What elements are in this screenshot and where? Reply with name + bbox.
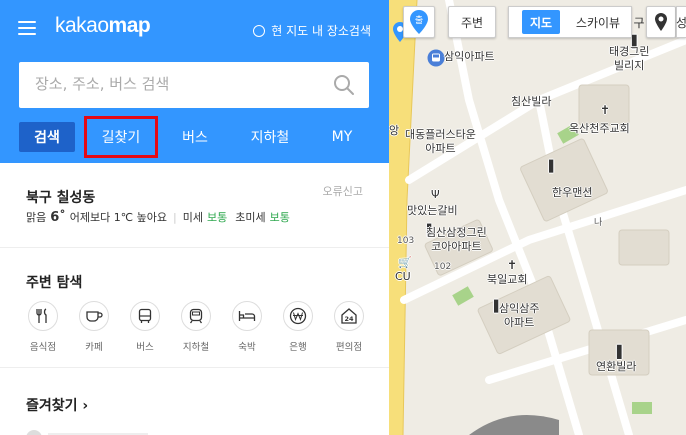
map-label-left-edge: 앙: [389, 124, 400, 137]
search-icon[interactable]: [333, 74, 355, 96]
weather-section: 북구 칠성동 오류신고 맑음 6˚ 어제보다 1℃ 높아요 | 미세 보통 초미…: [0, 163, 389, 248]
nearby-label: 음식점: [29, 342, 57, 353]
favorites-title-text: 즐겨찾기: [26, 398, 78, 414]
nearby-button[interactable]: 주변: [448, 6, 496, 38]
fine-dust-label: 미세: [182, 211, 203, 224]
weather-temperature: 6˚: [50, 210, 66, 225]
map-label-bugil-church[interactable]: 북일교회: [487, 273, 527, 287]
won-icon: [283, 301, 313, 331]
roadview-icon: [655, 13, 667, 31]
nearby-label: 숙박: [238, 342, 256, 353]
nearby-title: 주변 탐색: [26, 275, 83, 291]
map-type-group: 지도 스카이뷰: [508, 6, 632, 38]
map-label-tasty-galbi[interactable]: 맛있는갈비: [407, 204, 458, 218]
location-button[interactable]: 출: [403, 6, 435, 38]
weather-region: 북구 칠성동: [26, 190, 96, 206]
weather-condition: 맑음: [26, 211, 47, 224]
nearby-item-subway[interactable]: 지하철: [179, 301, 213, 353]
church-icon: ✝: [600, 103, 611, 117]
store-marker-icon: 🛒: [398, 256, 412, 269]
map-extra-label[interactable]: 구: [632, 6, 646, 38]
bed-icon: [232, 301, 262, 331]
svg-text:24: 24: [344, 315, 354, 323]
nearby-section: 주변 탐색 음식점 카페 버스 지하철 숙박 은행 24 편의점: [0, 256, 389, 368]
restaurant-marker-icon: Ψ: [431, 188, 440, 201]
tab-subway[interactable]: 지하철: [240, 122, 300, 152]
nearby-label: 지하철: [182, 342, 210, 353]
map-label-samik-apt[interactable]: 삼익아파트: [444, 50, 495, 64]
logo-text-regular: kakao: [55, 14, 109, 37]
map-right-edge-button[interactable]: 성: [676, 6, 686, 38]
fine-dust-value: 보통: [206, 211, 228, 224]
nearby-item-bus[interactable]: 버스: [128, 301, 162, 353]
main-tabs: 검색 길찾기 버스 지하철 MY: [0, 116, 389, 158]
weather-summary: 맑음 6˚ 어제보다 1℃ 높아요 | 미세 보통 초미세 보통: [26, 209, 290, 225]
nearby-item-bank[interactable]: 은행: [281, 301, 315, 353]
area-search-label: 현 지도 내 장소검색: [271, 24, 371, 38]
map-label-chimsan-villa[interactable]: 침산빌라: [511, 95, 551, 109]
tab-search[interactable]: 검색: [19, 122, 75, 152]
nearby-list: 음식점 카페 버스 지하철 숙박 은행 24 편의점: [26, 301, 366, 353]
nearby-label: 버스: [136, 342, 154, 353]
header: kakaomap 현 지도 내 장소검색 검색 길찾기 버스 지하철 MY: [0, 0, 389, 163]
tab-my[interactable]: MY: [322, 122, 362, 152]
tab-directions[interactable]: 길찾기: [84, 116, 158, 158]
map-label-samik-samju[interactable]: 삼익삼주 아파트: [499, 302, 539, 330]
search-panel: kakaomap 현 지도 내 장소검색 검색 길찾기 버스 지하철 MY 북구…: [0, 0, 389, 435]
nearby-label: 편의점: [335, 342, 363, 353]
cafe-icon: [79, 301, 109, 331]
chevron-right-icon: ›: [82, 398, 89, 414]
favorites-item-partial[interactable]: [26, 430, 148, 435]
map-type-skyview[interactable]: 스카이뷰: [566, 10, 630, 34]
roadview-button[interactable]: [646, 6, 676, 38]
restaurant-icon: [28, 301, 58, 331]
logo-text-bold: map: [108, 14, 151, 37]
divider: |: [172, 211, 177, 224]
stadium: [469, 415, 559, 435]
subway-icon: [181, 301, 211, 331]
search-box: [19, 62, 369, 108]
menu-icon[interactable]: [18, 20, 36, 36]
tab-bus[interactable]: 버스: [172, 122, 218, 152]
map-label-na: 나: [594, 218, 603, 228]
favorites-section: 즐겨찾기 ›: [0, 375, 389, 435]
bus-icon: [130, 301, 160, 331]
convenience-store-icon: 24: [334, 301, 364, 331]
nearby-label: 카페: [85, 342, 103, 353]
bus-stop-icon[interactable]: [427, 49, 445, 67]
map-label-daedong[interactable]: 대동플러스타운 아파트: [405, 128, 476, 156]
nearby-item-restaurant[interactable]: 음식점: [26, 301, 60, 353]
ultra-fine-dust-value: 보통: [269, 211, 290, 224]
svg-text:출: 출: [415, 15, 423, 26]
nearby-item-lodging[interactable]: 숙박: [230, 301, 264, 353]
favorites-title[interactable]: 즐겨찾기 ›: [26, 395, 88, 415]
map-label-hanwoo[interactable]: 한우맨션: [552, 186, 592, 200]
search-input[interactable]: [35, 62, 325, 106]
building-icon: ▌: [549, 160, 558, 173]
report-error-link[interactable]: 오류신고: [323, 183, 363, 199]
map-label-oksan-church[interactable]: 옥산천주교회: [569, 122, 630, 136]
map-label-taegyeong-green[interactable]: 태경그린 빌리지: [609, 45, 649, 73]
nearby-item-cafe[interactable]: 카페: [77, 301, 111, 353]
current-location-icon: 출: [410, 10, 428, 34]
map-view[interactable]: ✝ ✝ ▌ ▌ Ψ 🛒 ▌ ▌ ▌ 삼익아파트 침산빌라 태경그린 빌리지 옥산…: [389, 0, 686, 435]
map-label-102: 102: [434, 262, 452, 272]
radio-icon: [253, 24, 266, 37]
map-label-yeonhwan-villa[interactable]: 연환빌라: [596, 360, 636, 374]
area-search-toggle[interactable]: 현 지도 내 장소검색: [253, 22, 371, 39]
nearby-label: 은행: [289, 342, 307, 353]
map-label-chimsan-samjeong[interactable]: 침산삼정그린 코아아파트: [426, 226, 487, 254]
building-icon: ▌: [617, 345, 627, 359]
nearby-item-convenience[interactable]: 24 편의점: [332, 301, 366, 353]
ultra-fine-dust-label: 초미세: [235, 211, 266, 224]
church-icon: ✝: [507, 258, 518, 272]
map-type-map[interactable]: 지도: [522, 10, 560, 34]
map-label-cu[interactable]: CU: [395, 270, 411, 284]
map-label-103: 103: [397, 236, 415, 246]
logo[interactable]: kakaomap: [55, 14, 151, 38]
weather-comparison: 어제보다 1℃ 높아요: [69, 211, 167, 224]
